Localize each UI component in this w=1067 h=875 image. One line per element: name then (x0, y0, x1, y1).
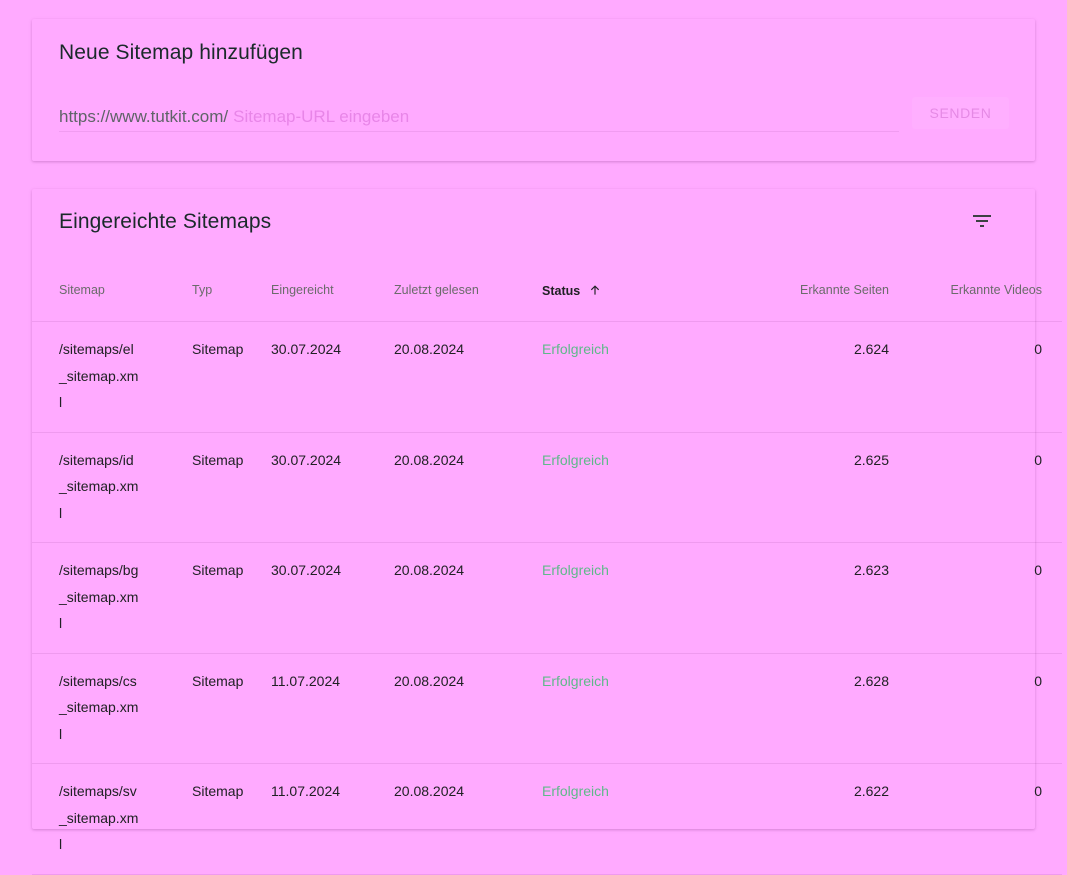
submitted-date: 11.07.2024 (271, 763, 394, 875)
discovered-pages: 2.623 (702, 542, 889, 654)
sitemap-type: Sitemap (192, 763, 271, 875)
discovered-videos: 0 (889, 432, 1062, 543)
last-read-date: 20.08.2024 (394, 432, 542, 543)
status-text: Erfolgreich (542, 321, 702, 433)
submitted-sitemaps-title: Eingereichte Sitemaps (59, 210, 272, 233)
sitemap-type: Sitemap (192, 321, 271, 433)
discovered-pages: 2.624 (702, 321, 889, 433)
table-row[interactable]: /sitemaps/id_sitemap.xml Sitemap 30.07.2… (32, 432, 1062, 543)
sitemap-path: /sitemaps/sv_sitemap.xml (59, 783, 139, 852)
sitemap-path: /sitemaps/bg_sitemap.xml (59, 562, 139, 631)
sitemap-path: /sitemaps/id_sitemap.xml (59, 451, 139, 521)
submitted-sitemaps-card: Eingereichte Sitemaps Sitemap Typ Einger… (32, 189, 1062, 875)
submitted-date: 30.07.2024 (271, 542, 394, 654)
status-text: Erfolgreich (542, 542, 702, 654)
sitemap-type: Sitemap (192, 432, 271, 543)
sitemaps-table: Sitemap Typ Eingereicht Zuletzt gelesen … (32, 259, 1062, 875)
table-row[interactable]: /sitemaps/sv_sitemap.xml Sitemap 11.07.2… (32, 763, 1062, 875)
table-row[interactable]: /sitemaps/el_sitemap.xml Sitemap 30.07.2… (32, 321, 1062, 433)
status-text: Erfolgreich (542, 763, 702, 875)
discovered-videos: 0 (889, 321, 1062, 433)
sitemap-url-field[interactable]: https://www.tutkit.com/ (59, 103, 899, 132)
sitemap-type: Sitemap (192, 653, 271, 764)
column-header-eingereicht[interactable]: Eingereicht (271, 259, 394, 322)
add-sitemap-card: Neue Sitemap hinzufügen https://www.tutk… (32, 19, 1035, 161)
status-text: Erfolgreich (542, 432, 702, 543)
arrow-up-icon (591, 284, 600, 295)
submitted-date: 30.07.2024 (271, 432, 394, 543)
send-button[interactable]: SENDEN (912, 97, 1009, 129)
discovered-pages: 2.622 (702, 763, 889, 875)
column-header-sitemap[interactable]: Sitemap (32, 259, 192, 322)
discovered-videos: 0 (889, 653, 1062, 764)
url-prefix: https://www.tutkit.com/ (59, 107, 229, 126)
status-text: Erfolgreich (542, 653, 702, 764)
last-read-date: 20.08.2024 (394, 763, 542, 875)
add-sitemap-title: Neue Sitemap hinzufügen (59, 41, 303, 64)
sitemap-type: Sitemap (192, 542, 271, 654)
discovered-videos: 0 (889, 763, 1062, 875)
column-header-typ[interactable]: Typ (192, 259, 271, 322)
filter-list-icon[interactable] (970, 209, 994, 233)
table-row[interactable]: /sitemaps/bg_sitemap.xml Sitemap 30.07.2… (32, 542, 1062, 654)
last-read-date: 20.08.2024 (394, 653, 542, 764)
column-header-erkannte-videos[interactable]: Erkannte Videos (889, 259, 1062, 322)
submitted-date: 11.07.2024 (271, 653, 394, 764)
discovered-pages: 2.625 (702, 432, 889, 543)
column-header-status[interactable]: Status (542, 259, 702, 322)
discovered-videos: 0 (889, 542, 1062, 654)
table-row[interactable]: /sitemaps/cs_sitemap.xml Sitemap 11.07.2… (32, 653, 1062, 764)
discovered-pages: 2.628 (702, 653, 889, 764)
submitted-date: 30.07.2024 (271, 321, 394, 433)
column-header-erkannte-seiten[interactable]: Erkannte Seiten (702, 259, 889, 322)
sitemap-path: /sitemaps/cs_sitemap.xml (59, 672, 139, 742)
last-read-date: 20.08.2024 (394, 321, 542, 433)
sitemap-path: /sitemaps/el_sitemap.xml (59, 341, 139, 410)
table-header-row: Sitemap Typ Eingereicht Zuletzt gelesen … (32, 259, 1062, 322)
last-read-date: 20.08.2024 (394, 542, 542, 654)
sitemap-url-input[interactable] (228, 104, 899, 130)
column-header-zuletzt-gelesen[interactable]: Zuletzt gelesen (394, 259, 542, 322)
